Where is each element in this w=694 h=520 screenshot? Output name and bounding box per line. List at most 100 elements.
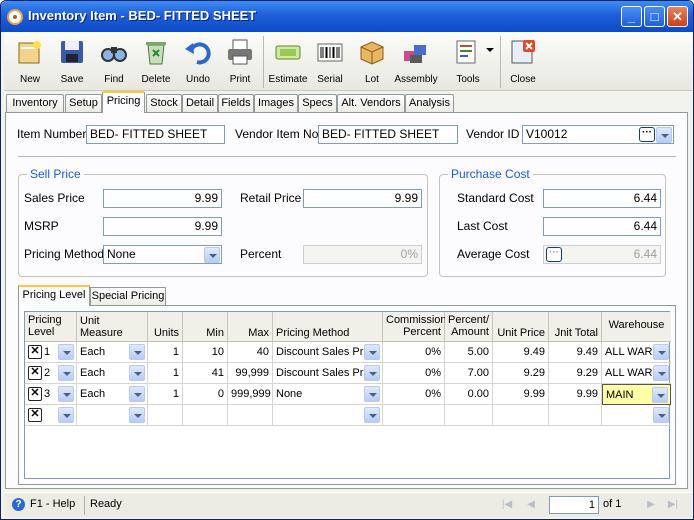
unit-measure-cell[interactable]: Each: [77, 363, 148, 384]
unit-price-cell[interactable]: [493, 405, 549, 426]
col-header-pricing-method[interactable]: Pricing Method: [273, 312, 383, 342]
max-cell[interactable]: [228, 405, 273, 426]
tab-inventory[interactable]: Inventory: [6, 94, 64, 112]
max-cell[interactable]: 40: [228, 342, 273, 363]
tab-setup[interactable]: Setup: [65, 94, 102, 112]
pricing-method-cell[interactable]: Discount Sales Pric: [273, 342, 383, 363]
close-button[interactable]: Close: [501, 34, 545, 89]
tab-detail[interactable]: Detail: [182, 94, 218, 112]
col-header-pricing-level[interactable]: Pricing Level: [25, 312, 77, 342]
unit-dropdown-icon[interactable]: [129, 365, 145, 381]
pricing-method-cell[interactable]: [273, 405, 383, 426]
minimize-button[interactable]: _: [621, 6, 642, 27]
units-cell[interactable]: 1: [148, 342, 183, 363]
unit-measure-cell[interactable]: Each: [77, 342, 148, 363]
unit-dropdown-icon[interactable]: [129, 386, 145, 402]
max-cell[interactable]: 99,999: [228, 363, 273, 384]
method-dropdown-icon[interactable]: [364, 407, 380, 423]
tab-special-pricing[interactable]: Special Pricing: [90, 287, 166, 305]
last-cost-field[interactable]: 6.44: [543, 217, 661, 236]
tab-analysis[interactable]: Analysis: [405, 94, 454, 112]
page-number-input[interactable]: 1: [549, 496, 599, 514]
unit-dropdown-icon[interactable]: [129, 407, 145, 423]
col-header-units[interactable]: Units: [148, 312, 183, 342]
level-cell[interactable]: ✕ 3: [25, 384, 77, 405]
table-row[interactable]: ✕ 3 Each 1 0 999,999 None 0% 0.00 9.99 9.…: [25, 384, 671, 405]
unit-dropdown-icon[interactable]: [129, 344, 145, 360]
col-header-warehouse[interactable]: Warehouse: [602, 312, 671, 342]
tab-pricing-level[interactable]: Pricing Level: [18, 285, 90, 306]
table-row[interactable]: ✕ 1 Each 1 10 40 Discount Sales Pric 0% 5…: [25, 342, 671, 363]
level-cell[interactable]: ✕ 2: [25, 363, 77, 384]
warehouse-cell[interactable]: [602, 405, 671, 426]
unit-measure-cell[interactable]: Each: [77, 384, 148, 405]
warehouse-dropdown-icon[interactable]: [652, 387, 668, 403]
warehouse-cell[interactable]: ALL WARE: [602, 363, 671, 384]
vendor-id-dropdown-icon[interactable]: [656, 127, 672, 143]
delete-row-icon[interactable]: ✕: [28, 408, 42, 422]
warehouse-dropdown-icon[interactable]: [653, 365, 669, 381]
help-text[interactable]: F1 - Help: [30, 498, 75, 510]
delete-row-icon[interactable]: ✕: [28, 387, 42, 401]
print-button[interactable]: Print: [218, 34, 262, 89]
tab-specs[interactable]: Specs: [298, 94, 337, 112]
unit-total-cell[interactable]: 9.29: [549, 363, 602, 384]
unit-total-cell[interactable]: 9.99: [549, 384, 602, 405]
assembly-button[interactable]: Assembly: [394, 34, 438, 89]
standard-cost-field[interactable]: 6.44: [543, 189, 661, 208]
vendor-lookup-icon[interactable]: ···: [639, 127, 655, 142]
delete-row-icon[interactable]: ✕: [28, 345, 42, 359]
msrp-field[interactable]: 9.99: [103, 217, 222, 236]
amount-cell[interactable]: [445, 405, 493, 426]
table-row-new[interactable]: ✕: [25, 405, 671, 426]
amount-cell[interactable]: 5.00: [445, 342, 493, 363]
table-row[interactable]: ✕ 2 Each 1 41 99,999 Discount Sales Pric …: [25, 363, 671, 384]
next-page-icon[interactable]: ▶: [644, 498, 658, 512]
item-number-field[interactable]: BED- FITTED SHEET: [86, 125, 225, 144]
unit-price-cell[interactable]: 9.49: [493, 342, 549, 363]
warehouse-dropdown-icon[interactable]: [653, 407, 669, 423]
commission-cell[interactable]: 0%: [383, 342, 445, 363]
help-icon[interactable]: ?: [12, 498, 25, 511]
min-cell[interactable]: [183, 405, 228, 426]
retail-price-field[interactable]: 9.99: [303, 189, 422, 208]
warehouse-dropdown-icon[interactable]: [653, 344, 669, 360]
title-bar[interactable]: Inventory Item - BED- FITTED SHEET _ □ ✕: [1, 1, 693, 32]
delete-row-icon[interactable]: ✕: [28, 366, 42, 380]
unit-total-cell[interactable]: [549, 405, 602, 426]
maximize-button[interactable]: □: [644, 6, 665, 27]
col-header-unit-measure[interactable]: Unit Measure: [77, 312, 148, 342]
level-cell[interactable]: ✕ 1: [25, 342, 77, 363]
unit-measure-cell[interactable]: [77, 405, 148, 426]
pricing-method-select[interactable]: None: [103, 245, 222, 264]
units-cell[interactable]: 1: [148, 363, 183, 384]
tools-button[interactable]: Tools: [446, 34, 490, 89]
commission-cell[interactable]: 0%: [383, 363, 445, 384]
unit-price-cell[interactable]: 9.99: [493, 384, 549, 405]
units-cell[interactable]: [148, 405, 183, 426]
method-dropdown-icon[interactable]: [364, 344, 380, 360]
pricing-method-cell[interactable]: None: [273, 384, 383, 405]
level-cell[interactable]: ✕: [25, 405, 77, 426]
tab-fields[interactable]: Fields: [218, 94, 254, 112]
amount-cell[interactable]: 7.00: [445, 363, 493, 384]
level-dropdown-icon[interactable]: [58, 407, 74, 423]
close-window-button[interactable]: ✕: [667, 6, 688, 27]
col-header-unit-total[interactable]: Jnit Total: [549, 312, 602, 342]
vendor-id-field[interactable]: V10012 ···: [522, 125, 674, 144]
col-header-max[interactable]: Max: [228, 312, 273, 342]
sales-price-field[interactable]: 9.99: [103, 189, 222, 208]
method-dropdown-icon[interactable]: [364, 386, 380, 402]
max-cell[interactable]: 999,999: [228, 384, 273, 405]
tools-dropdown-arrow[interactable]: [486, 48, 494, 52]
prev-page-icon[interactable]: ◀: [524, 498, 538, 512]
min-cell[interactable]: 41: [183, 363, 228, 384]
level-dropdown-icon[interactable]: [58, 344, 74, 360]
level-dropdown-icon[interactable]: [58, 365, 74, 381]
app-icon[interactable]: [7, 9, 23, 25]
tab-images[interactable]: Images: [254, 94, 298, 112]
col-header-unit-price[interactable]: Unit Price: [493, 312, 549, 342]
col-header-percent-amount[interactable]: Percent/ Amount: [445, 312, 493, 342]
tab-pricing[interactable]: Pricing: [102, 91, 145, 113]
vendor-item-field[interactable]: BED- FITTED SHEET: [318, 125, 458, 144]
